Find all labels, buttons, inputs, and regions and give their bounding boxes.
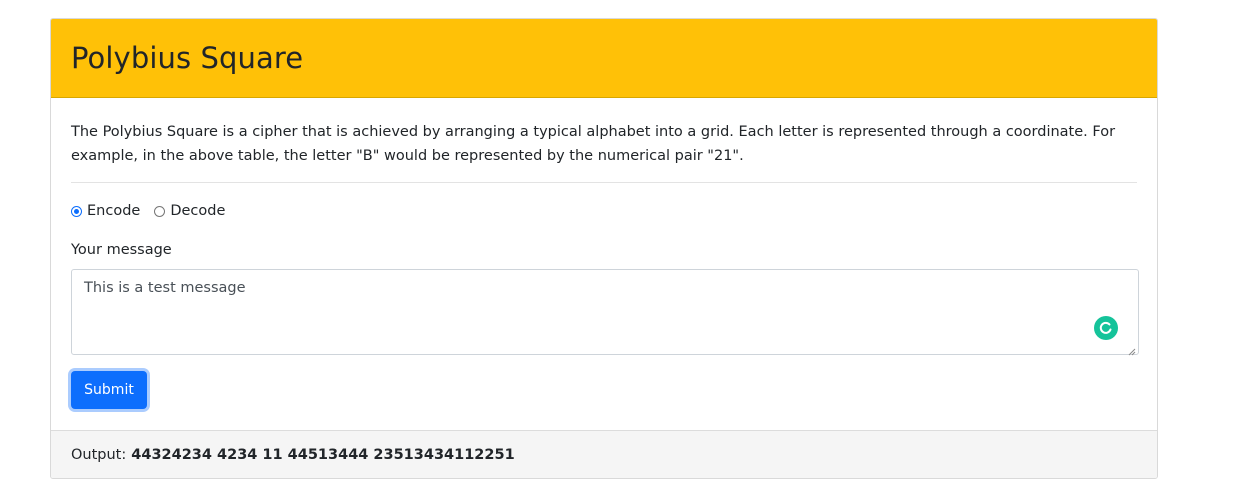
page-title: Polybius Square (71, 41, 304, 75)
output-label: Output: (71, 446, 127, 463)
encode-label[interactable]: Encode (87, 203, 140, 219)
message-textarea[interactable]: This is a test message (71, 269, 1139, 356)
message-label: Your message (71, 242, 172, 258)
card-footer: Output: 44324234 4234 11 44513444 235134… (51, 430, 1157, 478)
card-body: The Polybius Square is a cipher that is … (51, 98, 1157, 409)
decode-radio[interactable] (154, 205, 166, 217)
submit-button[interactable]: Submit (71, 371, 147, 409)
cipher-card: Polybius Square The Polybius Square is a… (50, 18, 1158, 479)
mode-selector: Encode Decode (71, 202, 1137, 220)
resize-handle-icon[interactable] (1128, 344, 1136, 356)
description-text: The Polybius Square is a cipher that is … (71, 124, 1116, 164)
decode-label[interactable]: Decode (170, 203, 225, 219)
output-value: 44324234 4234 11 44513444 23513434112251 (131, 446, 515, 463)
card-header: Polybius Square (51, 19, 1157, 98)
grammarly-icon[interactable] (1094, 316, 1118, 340)
encode-radio[interactable] (71, 205, 82, 217)
divider (71, 182, 1137, 183)
message-value: This is a test message (84, 280, 246, 296)
